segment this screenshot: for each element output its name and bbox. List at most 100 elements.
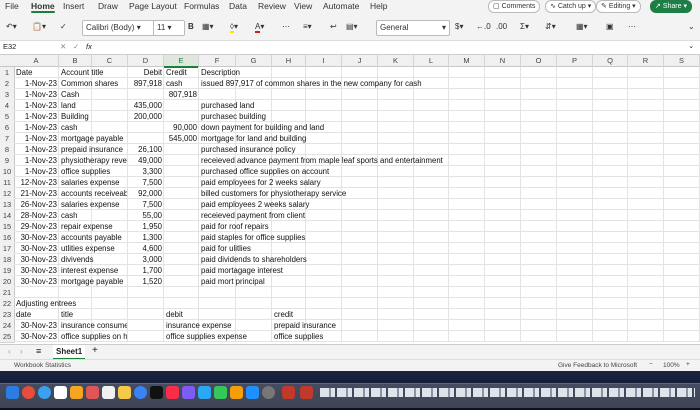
column-header-j[interactable]: J — [342, 55, 378, 67]
menu-view[interactable]: View — [294, 1, 312, 11]
overflow-icon[interactable]: ⋯ — [628, 20, 636, 34]
calendar-icon[interactable] — [54, 386, 67, 399]
cell-b19[interactable]: interest expense — [61, 265, 127, 276]
podcasts-icon[interactable] — [182, 386, 195, 399]
column-header-a[interactable]: A — [14, 55, 59, 67]
photos-icon[interactable] — [102, 386, 115, 399]
cell-a9[interactable]: 1-Nov-23 — [16, 155, 57, 166]
cell-a2[interactable]: 1-Nov-23 — [16, 78, 57, 89]
column-header-n[interactable]: N — [485, 55, 521, 67]
column-header-d[interactable]: D — [128, 55, 164, 67]
cell-f10[interactable]: purchased office supplies on account — [201, 166, 698, 177]
column-header-f[interactable]: F — [199, 55, 236, 67]
cell-f16[interactable]: paid staples for office supplies — [201, 232, 698, 243]
cell-f5[interactable]: purchasec building — [201, 111, 698, 122]
format-painter-icon[interactable]: ✓ — [60, 20, 67, 34]
zoom-out-icon[interactable]: − — [649, 361, 653, 368]
cell-d15[interactable]: 1,950 — [130, 221, 162, 232]
launchpad-icon[interactable] — [22, 386, 35, 399]
cell-d13[interactable]: 7,500 — [130, 199, 162, 210]
cell-d9[interactable]: 49,000 — [130, 155, 162, 166]
cell-b10[interactable]: office supplies — [61, 166, 127, 177]
pages-icon[interactable] — [230, 386, 243, 399]
cell-d14[interactable]: 55,00 — [130, 210, 162, 221]
cell-d20[interactable]: 1,520 — [130, 276, 162, 287]
column-header-h[interactable]: H — [272, 55, 306, 67]
cell-b9[interactable]: physiotherapy reven — [61, 155, 127, 166]
menu-formulas[interactable]: Formulas — [184, 1, 219, 11]
cell-d19[interactable]: 1,700 — [130, 265, 162, 276]
cell-a18[interactable]: 30-Nov-23 — [16, 254, 57, 265]
next-sheet-icon[interactable]: › — [20, 347, 23, 356]
tv-icon[interactable] — [150, 386, 163, 399]
cell-f17[interactable]: paid for ulitlies — [201, 243, 698, 254]
cell-a12[interactable]: 21-Nov-23 — [16, 188, 57, 199]
workbook-statistics[interactable]: Workbook Statistics — [14, 362, 71, 369]
menu-file[interactable]: File — [5, 1, 19, 11]
analyze-icon[interactable]: ▣ — [606, 20, 614, 34]
cell-f8[interactable]: purchased insurance policy — [201, 144, 698, 155]
cell-a20[interactable]: 30-Nov-23 — [16, 276, 57, 287]
cell-a5[interactable]: 1-Nov-23 — [16, 111, 57, 122]
files-icon[interactable] — [118, 386, 131, 399]
confirm-icon[interactable]: ✓ — [73, 42, 79, 51]
cell-d2[interactable]: 897,918 — [130, 78, 162, 89]
catchup-button[interactable]: ∿ Catch up ▾ — [545, 0, 597, 13]
fill-color-icon[interactable]: ◊▾ — [230, 20, 238, 34]
cell-a4[interactable]: 1-Nov-23 — [16, 100, 57, 111]
editing-button[interactable]: ✎ Editing ▾ — [596, 0, 641, 13]
safari-icon[interactable] — [38, 386, 51, 399]
cell-a17[interactable]: 30-Nov-23 — [16, 243, 57, 254]
cell-e1[interactable]: Credit — [166, 67, 199, 78]
menu-page-layout[interactable]: Page Layout — [129, 1, 177, 11]
cell-f18[interactable]: paid dividends to shareholders — [201, 254, 698, 265]
column-header-s[interactable]: S — [664, 55, 700, 67]
column-header-o[interactable]: O — [521, 55, 557, 67]
font-size-select[interactable]: 11 ▾ — [153, 20, 185, 36]
sort-filter-icon[interactable]: ⇵▾ — [545, 20, 556, 34]
minimized-windows[interactable] — [320, 388, 695, 397]
menu-review[interactable]: Review — [258, 1, 286, 11]
share-button[interactable]: ↗ Share ▾ — [650, 0, 692, 13]
cell-f20[interactable]: paid mort principal — [201, 276, 698, 287]
function-icon[interactable]: fx — [86, 42, 92, 51]
cell-b8[interactable]: prepaid insurance — [61, 144, 127, 155]
acrobat-icon[interactable] — [300, 386, 313, 399]
increase-decimal-icon[interactable]: ←.0 — [476, 20, 491, 34]
column-header-m[interactable]: M — [449, 55, 485, 67]
cell-a14[interactable]: 28-Nov-23 — [16, 210, 57, 221]
cell-f14[interactable]: receieved payment from client — [201, 210, 698, 221]
music-icon[interactable] — [166, 386, 179, 399]
cancel-icon[interactable]: ✕ — [60, 42, 66, 51]
cell-f19[interactable]: paid mortagage interest — [201, 265, 698, 276]
cell-d11[interactable]: 7,500 — [130, 177, 162, 188]
column-header-k[interactable]: K — [378, 55, 414, 67]
paste-icon[interactable]: 📋▾ — [32, 20, 46, 34]
cell-h23[interactable]: credit — [274, 309, 698, 320]
numbers-icon[interactable] — [214, 386, 227, 399]
cell-f2[interactable]: issued 897,917 of common shares in the n… — [201, 78, 698, 89]
cell-d1[interactable]: Debit — [130, 67, 162, 78]
column-header-q[interactable]: Q — [593, 55, 628, 67]
menu-data[interactable]: Data — [229, 1, 247, 11]
decrease-decimal-icon[interactable]: .00 — [496, 20, 507, 34]
cell-h25[interactable]: office supplies — [274, 331, 698, 342]
cell-b7[interactable]: mortgage payable — [61, 133, 127, 144]
music-app-icon[interactable] — [134, 386, 147, 399]
cell-b24[interactable]: insurance consumed — [61, 320, 127, 331]
expand-formula-icon[interactable]: ⌄ — [688, 41, 694, 50]
add-sheet-icon[interactable]: + — [92, 345, 98, 356]
merge-icon[interactable]: ▤▾ — [346, 20, 358, 34]
cell-d5[interactable]: 200,000 — [130, 111, 162, 122]
cell-a10[interactable]: 1-Nov-23 — [16, 166, 57, 177]
cell-b2[interactable]: Common shares — [61, 78, 127, 89]
cell-f6[interactable]: down payment for building and land — [201, 122, 698, 133]
cell-b6[interactable]: cash — [61, 122, 127, 133]
cell-b4[interactable]: land — [61, 100, 127, 111]
menu-draw[interactable]: Draw — [98, 1, 118, 11]
column-header-i[interactable]: I — [306, 55, 342, 67]
feedback-link[interactable]: Give Feedback to Microsoft — [558, 362, 637, 369]
menu-help[interactable]: Help — [370, 1, 387, 11]
cell-b16[interactable]: accounts payable — [61, 232, 127, 243]
conditional-format-icon[interactable]: ▦▾ — [576, 20, 588, 34]
